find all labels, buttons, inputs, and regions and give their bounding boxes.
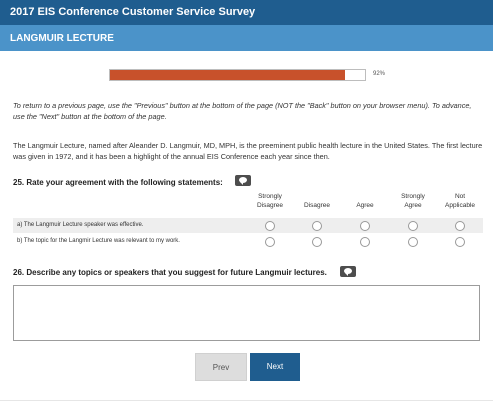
radio-not-applicable[interactable] xyxy=(455,221,465,231)
column-header-line: Disagree xyxy=(303,202,330,209)
column-header-line: Agree xyxy=(356,202,374,209)
rating-row-b: b) The topic for the Langmir Lecture was… xyxy=(13,234,483,249)
radio-strongly-agree[interactable] xyxy=(408,221,418,231)
radio-not-applicable[interactable] xyxy=(455,237,465,247)
column-header-line: Strongly xyxy=(401,193,425,200)
column-header-strongly-disagree: Strongly Disagree xyxy=(250,192,290,210)
question-25-heading: 25. Rate your agreement with the followi… xyxy=(13,178,223,187)
column-header-line: Agree xyxy=(404,202,422,209)
column-header-not-applicable: Not Applicable xyxy=(440,192,480,210)
radio-disagree[interactable] xyxy=(312,237,322,247)
comment-icon[interactable] xyxy=(235,175,251,186)
survey-title: 2017 EIS Conference Customer Service Sur… xyxy=(10,6,256,18)
column-header-line: Disagree xyxy=(256,202,283,209)
column-header-line: Strongly xyxy=(258,193,282,200)
radio-agree[interactable] xyxy=(360,221,370,231)
section-title: LANGMUIR LECTURE xyxy=(10,33,114,44)
column-header-agree: Agree xyxy=(345,192,385,210)
radio-agree[interactable] xyxy=(360,237,370,247)
question-26-heading: 26. Describe any topics or speakers that… xyxy=(13,268,327,277)
rating-row-a: a) The Langmuir Lecture speaker was effe… xyxy=(13,218,483,233)
radio-strongly-disagree[interactable] xyxy=(265,221,275,231)
navigation-instructions: To return to a previous page, use the "P… xyxy=(13,101,472,121)
column-header-line xyxy=(345,192,385,201)
radio-disagree[interactable] xyxy=(312,221,322,231)
prev-button[interactable]: Prev xyxy=(195,353,247,381)
suggestions-textarea[interactable] xyxy=(13,285,480,341)
column-header-strongly-agree: Strongly Agree xyxy=(393,192,433,210)
row-label: a) The Langmuir Lecture speaker was effe… xyxy=(17,222,144,228)
divider xyxy=(0,400,493,401)
progress-fill xyxy=(110,70,345,80)
progress-bar xyxy=(109,69,366,81)
lecture-intro: The Langmuir Lecture, named after Aleand… xyxy=(13,141,483,161)
section-header: LANGMUIR LECTURE xyxy=(0,25,493,51)
column-header-line: Applicable xyxy=(445,202,475,209)
column-header-line: Not xyxy=(454,193,466,200)
radio-strongly-disagree[interactable] xyxy=(265,237,275,247)
radio-strongly-agree[interactable] xyxy=(408,237,418,247)
column-header-line xyxy=(297,192,337,201)
column-header-disagree: Disagree xyxy=(297,192,337,210)
comment-icon[interactable] xyxy=(340,266,356,277)
survey-header: 2017 EIS Conference Customer Service Sur… xyxy=(0,0,493,25)
next-button[interactable]: Next xyxy=(250,353,300,381)
row-label: b) The topic for the Langmir Lecture was… xyxy=(17,238,180,244)
progress-label: 92% xyxy=(373,71,386,77)
